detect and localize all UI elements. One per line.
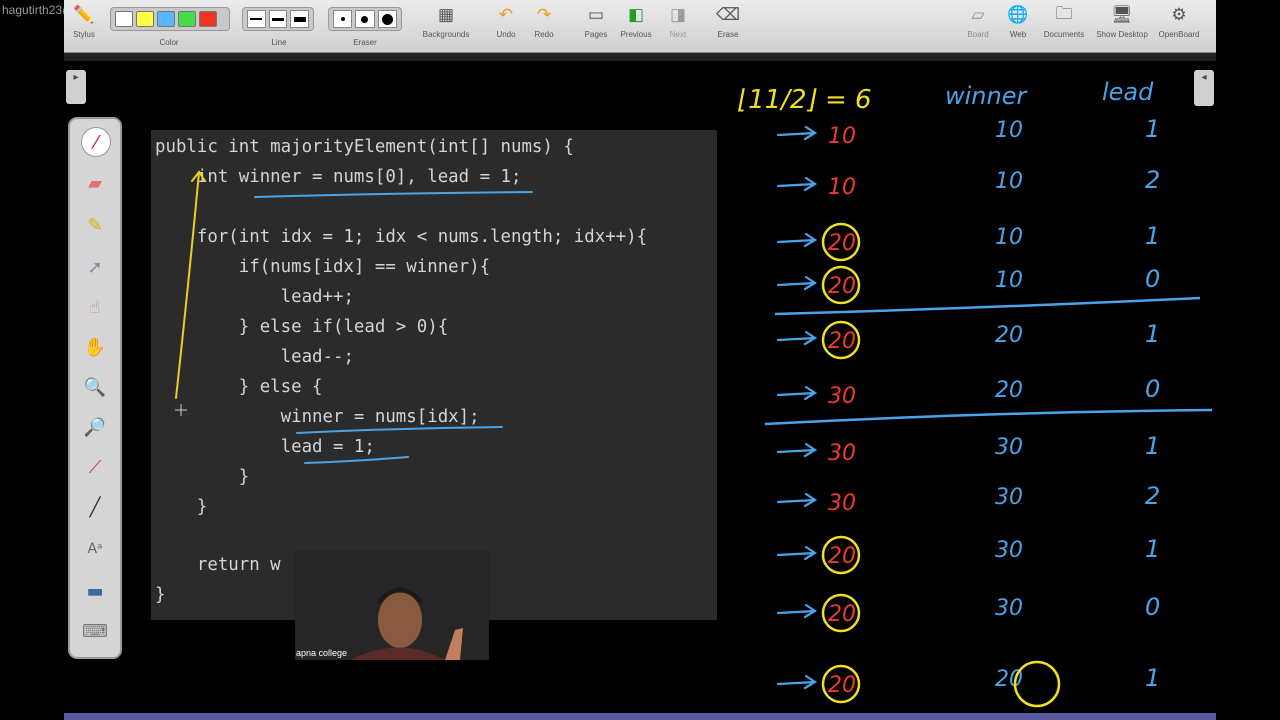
winner-value: 10 — [995, 225, 1023, 250]
arrow-icon — [776, 545, 818, 561]
winner-value: 10 — [995, 268, 1023, 293]
arrow-icon — [776, 603, 818, 619]
ink-annotations: ⌊11/2⌋ = 6 winner lead10 10 110 10 220 10 120 10 0… — [175, 78, 1213, 708]
lead-value: 1 — [1145, 222, 1160, 250]
arrow-icon — [776, 232, 818, 248]
lead-value: 1 — [1145, 664, 1160, 692]
winner-value: 30 — [995, 435, 1023, 460]
underline — [304, 456, 409, 464]
arrow-icon — [776, 176, 818, 192]
divider-line — [764, 408, 1213, 426]
status-bar — [64, 713, 1216, 720]
winner-value: 20 — [995, 378, 1023, 403]
notes-table: ⌊11/2⌋ = 6 winner lead10 10 110 10 220 10 120 10 0… — [738, 78, 1213, 708]
winner-column-header: winner — [945, 82, 1028, 110]
array-value: 20 — [828, 231, 856, 256]
arrow-icon — [776, 492, 818, 508]
winner-value: 10 — [995, 169, 1023, 194]
arrow-icon — [776, 330, 818, 346]
array-value: 10 — [828, 124, 856, 149]
cursor-icon — [175, 404, 187, 416]
arrow-icon — [776, 442, 818, 458]
lead-value: 1 — [1145, 432, 1160, 460]
winner-value: 30 — [995, 596, 1023, 621]
lead-value: 1 — [1145, 535, 1160, 563]
divider-line — [774, 296, 1201, 316]
formula-text: ⌊11/2⌋ = 6 — [738, 85, 872, 115]
lead-value: 0 — [1145, 265, 1160, 293]
winner-value: 30 — [995, 485, 1023, 510]
lead-value: 2 — [1145, 166, 1160, 194]
lead-value: 1 — [1145, 115, 1160, 143]
arrow-icon — [776, 275, 818, 291]
arrow-icon — [776, 125, 818, 141]
winner-value: 30 — [995, 538, 1023, 563]
lead-column-header: lead — [1102, 78, 1154, 106]
lead-value: 0 — [1145, 593, 1160, 621]
lead-value: 1 — [1145, 320, 1160, 348]
winner-value: 20 — [995, 323, 1023, 348]
array-value: 30 — [828, 491, 856, 516]
arrow-icon — [776, 385, 818, 401]
array-value: 10 — [828, 175, 856, 200]
winner-value: 10 — [995, 118, 1023, 143]
array-value: 30 — [828, 441, 856, 466]
code-underlines — [175, 170, 533, 464]
lead-value: 0 — [1145, 375, 1160, 403]
array-value: 20 — [828, 673, 856, 698]
arrow-icon — [776, 674, 818, 690]
bracket — [175, 171, 200, 399]
array-value: 20 — [828, 602, 856, 627]
array-value: 20 — [828, 274, 856, 299]
underline — [254, 191, 533, 198]
array-value: 20 — [828, 544, 856, 569]
array-value: 30 — [828, 384, 856, 409]
underline — [296, 426, 503, 434]
array-value: 20 — [828, 329, 856, 354]
lead-value: 2 — [1145, 482, 1160, 510]
